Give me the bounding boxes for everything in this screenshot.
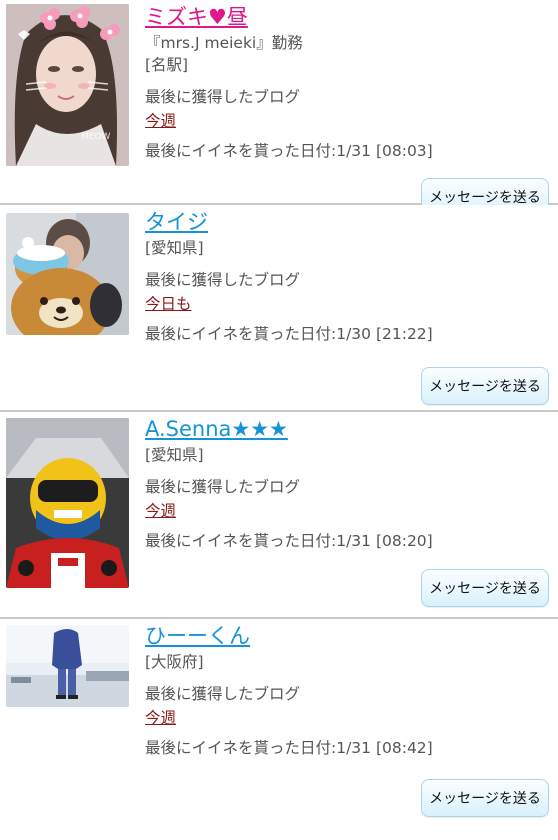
member-info: ひーーくん [大阪府] 最後に獲得したブログ 今週 最後にイイネを貰った日付:1… xyxy=(145,621,550,761)
member-workplace: 『mrs.J meieki』勤務 xyxy=(145,34,303,52)
last-blog-label: 最後に獲得したブログ xyxy=(145,88,301,106)
member-card: ひーーくん [大阪府] 最後に獲得したブログ 今週 最後にイイネを貰った日付:1… xyxy=(0,619,558,834)
avatar-image xyxy=(6,418,129,588)
member-area: [名駅] xyxy=(145,56,189,74)
member-info: A.Senna★★★ [愛知県] 最後に獲得したブログ 今週 最後にイイネを貰っ… xyxy=(145,414,550,554)
member-name-link[interactable]: A.Senna★★★ xyxy=(145,414,288,444)
avatar-image xyxy=(6,213,129,335)
last-blog-label: 最後に獲得したブログ xyxy=(145,478,301,496)
member-card: タイジ [愛知県] 最後に獲得したブログ 今日も 最後にイイネを貰った日付:1/… xyxy=(0,205,558,412)
last-blog-link[interactable]: 今週 xyxy=(145,498,176,524)
profile-photo-bear-plush-icon[interactable] xyxy=(6,213,129,335)
member-area: [愛知県] xyxy=(145,446,204,464)
last-like-date: 最後にイイネを貰った日付:1/31 [08:03] xyxy=(145,142,433,160)
member-name-link[interactable]: ひーーくん xyxy=(145,621,250,651)
svg-text:MEOW: MEOW xyxy=(81,132,111,142)
member-list: MEOW ミズキ♥昼 『mrs.J meieki』勤務 [名駅] 最後に獲得した… xyxy=(0,0,558,834)
profile-photo-person-outdoors-icon[interactable] xyxy=(6,625,129,707)
member-info: ミズキ♥昼 『mrs.J meieki』勤務 [名駅] 最後に獲得したブログ 今… xyxy=(145,2,550,164)
send-message-button[interactable]: メッセージを送る xyxy=(421,367,549,405)
avatar-image xyxy=(6,625,129,707)
avatar-image: MEOW xyxy=(6,4,129,166)
member-card: MEOW ミズキ♥昼 『mrs.J meieki』勤務 [名駅] 最後に獲得した… xyxy=(0,0,558,216)
last-like-date: 最後にイイネを貰った日付:1/31 [08:20] xyxy=(145,532,433,550)
last-blog-label: 最後に獲得したブログ xyxy=(145,685,301,703)
member-info: タイジ [愛知県] 最後に獲得したブログ 今日も 最後にイイネを貰った日付:1/… xyxy=(145,207,550,347)
last-blog-label: 最後に獲得したブログ xyxy=(145,271,301,289)
member-area: [愛知県] xyxy=(145,239,204,257)
last-like-date: 最後にイイネを貰った日付:1/31 [08:42] xyxy=(145,739,433,757)
last-blog-link[interactable]: 今週 xyxy=(145,108,176,134)
member-name-link[interactable]: タイジ xyxy=(145,207,208,237)
send-message-button[interactable]: メッセージを送る xyxy=(421,779,549,817)
last-like-date: 最後にイイネを貰った日付:1/30 [21:22] xyxy=(145,325,433,343)
member-card: A.Senna★★★ [愛知県] 最後に獲得したブログ 今週 最後にイイネを貰っ… xyxy=(0,412,558,619)
last-blog-link[interactable]: 今週 xyxy=(145,705,176,731)
member-area: [大阪府] xyxy=(145,653,204,671)
member-name-link[interactable]: ミズキ♥昼 xyxy=(145,2,248,32)
profile-photo-racing-helmet-icon[interactable] xyxy=(6,418,129,588)
profile-photo-selfie-filter-icon[interactable]: MEOW xyxy=(6,4,129,166)
send-message-button[interactable]: メッセージを送る xyxy=(421,569,549,607)
last-blog-link[interactable]: 今日も xyxy=(145,291,192,317)
